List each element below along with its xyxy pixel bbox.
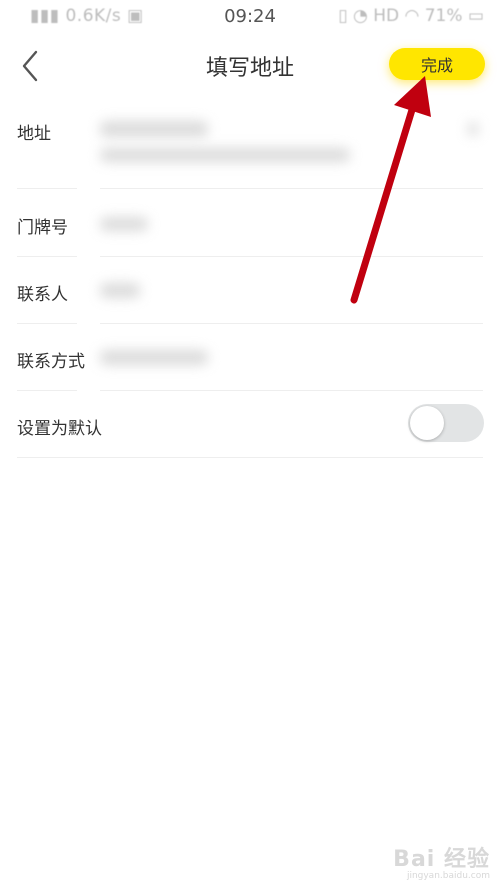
divider (17, 256, 77, 257)
divider (17, 457, 483, 458)
battery-icon: ▭ (467, 6, 484, 26)
divider (17, 188, 77, 189)
door-number-label: 门牌号 (17, 218, 68, 238)
divider (17, 323, 77, 324)
phone-label: 联系方式 (17, 352, 85, 372)
battery-level: 71% (424, 6, 463, 26)
annotation-arrow (350, 76, 431, 304)
toggle-knob (410, 406, 444, 440)
vibrate-icon: ▯ (338, 6, 348, 26)
wifi-icon: ◠ (404, 6, 420, 26)
back-button[interactable] (14, 46, 50, 86)
phone-input[interactable] (100, 350, 208, 365)
contact-label: 联系人 (17, 285, 68, 305)
done-button[interactable]: 完成 (389, 48, 485, 80)
status-bar: ▮▮▮ 0.6K/s ▣ 09:24 ▯ ◔ HD ◠ 71% ▭ (0, 0, 500, 34)
address-detail-blurred (100, 148, 350, 162)
door-number-input[interactable] (100, 217, 148, 231)
divider (17, 390, 77, 391)
nav-bar: 填写地址 完成 (0, 34, 500, 96)
chevron-left-icon (22, 50, 38, 82)
watermark-site: jingyan.baidu.com (406, 871, 490, 881)
network-type: HD (373, 6, 400, 26)
address-label: 地址 (17, 124, 51, 144)
default-label: 设置为默认 (17, 419, 102, 439)
divider (100, 188, 483, 189)
alarm-icon: ◔ (352, 6, 368, 26)
contact-input[interactable] (100, 283, 140, 298)
divider (100, 390, 483, 391)
watermark-logo: Bai 经验 (393, 847, 490, 872)
address-value-blurred[interactable] (100, 121, 208, 137)
watermark: Bai 经验 jingyan.baidu.com (393, 841, 490, 881)
chevron-right-icon (468, 122, 478, 136)
status-right: ▯ ◔ HD ◠ 71% ▭ (338, 6, 484, 26)
divider (100, 323, 483, 324)
divider (100, 256, 483, 257)
default-toggle[interactable] (408, 404, 484, 442)
